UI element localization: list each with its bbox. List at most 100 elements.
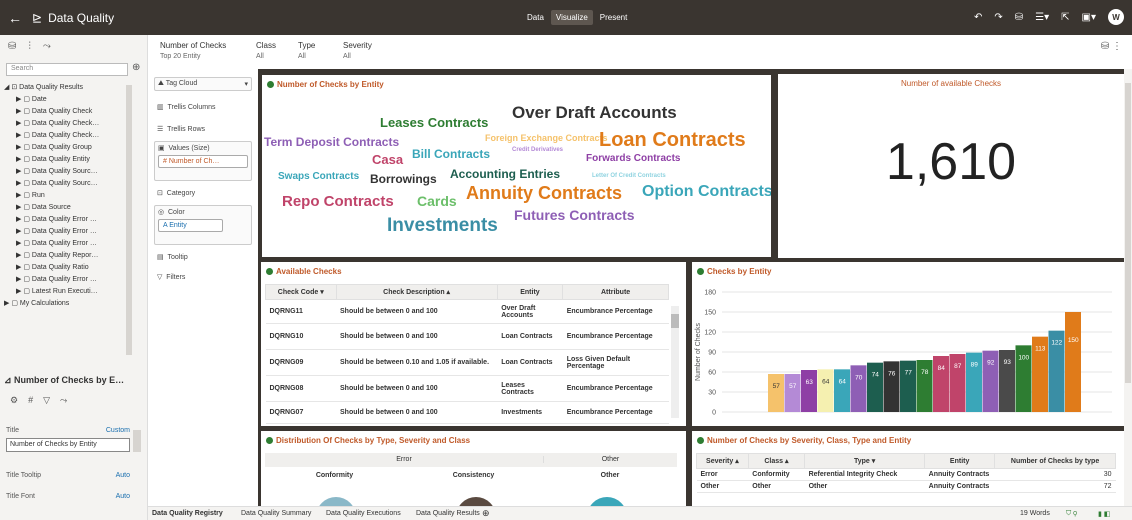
canvas-tab-registry[interactable]: Data Quality Registry <box>152 510 223 517</box>
values-chip[interactable]: # Number of Ch… <box>158 155 248 168</box>
tag-cloud-word[interactable]: Annuity Contracts <box>466 183 622 204</box>
table-row[interactable]: DQRNG07 Should be between 0 and 100 Invest… <box>265 401 669 424</box>
trellis-rows[interactable]: ☰ Trellis Rows <box>154 123 252 135</box>
tree-scrollbar[interactable] <box>126 85 132 355</box>
table-row[interactable]: Error Conformity Referential Integrity Che… <box>696 468 1116 481</box>
col-header[interactable]: Entity <box>924 453 996 469</box>
tree-root[interactable]: ◢ ⊡ Data Quality Results <box>4 82 124 94</box>
tag-cloud-word[interactable]: Credit Derivatives <box>512 147 563 153</box>
tree-item[interactable]: ▶ ▢ Run <box>4 190 124 202</box>
hash-icon[interactable]: # <box>28 395 33 406</box>
severity-tile[interactable]: Number of Checks by Severity, Class, Typ… <box>692 431 1124 506</box>
tree-item[interactable]: ▶ ▢ Data Quality Error … <box>4 238 124 250</box>
col-header[interactable]: Attribute <box>562 284 669 300</box>
bar[interactable] <box>801 370 817 412</box>
settings-icon[interactable]: ⚙ <box>10 395 18 406</box>
tag-cloud-word[interactable]: Over Draft Accounts <box>512 103 677 123</box>
bar[interactable] <box>867 362 883 412</box>
tag-cloud-word[interactable]: Loan Contracts <box>599 129 746 152</box>
tree-item[interactable]: ▶ ▢ Data Quality Group <box>4 142 124 154</box>
table-row[interactable]: Other Other Other Annuity Contracts 72 <box>696 480 1116 493</box>
filter-icon[interactable]: ⛉ ⚲ <box>1066 510 1077 518</box>
mode-visualize[interactable]: Visualize <box>550 10 593 25</box>
tree-item[interactable]: ▶ ▢ Data Quality Sourc… <box>4 178 124 190</box>
tree-item[interactable]: ▶ ▢ Data Quality Ratio <box>4 262 124 274</box>
back-arrow-icon[interactable]: ← <box>4 10 26 26</box>
filter-options-icon[interactable]: ⛁ ⋮ <box>1101 41 1122 52</box>
col-header[interactable]: Check Code ▾ <box>265 284 337 300</box>
tag-cloud-tile[interactable]: Number of Checks by Entity Over Draft Ac… <box>261 74 772 258</box>
tree-item[interactable]: ▶ ▢ Latest Run Executi… <box>4 286 124 298</box>
table-row[interactable]: DQRNG08 Should be between 0 and 100 Leases… <box>265 375 669 402</box>
mode-present[interactable]: Present <box>595 10 633 25</box>
donut-chart[interactable] <box>587 497 627 506</box>
scroll-thumb[interactable] <box>1125 83 1131 383</box>
filter-class[interactable]: Class All <box>256 41 276 60</box>
tree-item[interactable]: ▶ ▢ Data Quality Repor… <box>4 250 124 262</box>
tag-cloud-word[interactable]: Casa <box>372 152 403 167</box>
table-row[interactable]: DQRNG09 Should be between 0.10 and 1.05 i… <box>265 349 669 376</box>
bar[interactable] <box>850 365 867 412</box>
tree-item[interactable]: ▶ ▢ Data Quality Sourc… <box>4 166 124 178</box>
font-prop-value[interactable]: Auto <box>116 493 130 500</box>
canvas-tab-summary[interactable]: Data Quality Summary <box>241 510 311 517</box>
bar[interactable] <box>916 360 933 412</box>
checks-tile[interactable]: Available Checks Check Code ▾ Check Desc… <box>261 262 686 426</box>
table-row[interactable]: DQRNG11 Should be between 0 and 100 Over D… <box>265 299 669 324</box>
col-header[interactable]: Type ▾ <box>804 453 926 469</box>
redo-icon[interactable]: ↷ <box>994 12 1002 23</box>
data-tab-icon[interactable]: ⛁ <box>8 41 16 52</box>
kpi-tile[interactable]: Number of available Checks 1,610 <box>778 74 1124 258</box>
filters-drop[interactable]: ▽ Filters <box>154 271 252 283</box>
tag-cloud-word[interactable]: Accounting Entries <box>450 167 560 181</box>
avatar[interactable]: W <box>1108 9 1124 25</box>
col-header[interactable]: Class ▴ <box>747 453 806 469</box>
distribution-tile[interactable]: Distribution Of Checks by Type, Severity… <box>261 431 686 506</box>
tree-item[interactable]: ▶ ▢ Data Quality Check… <box>4 130 124 142</box>
tree-item[interactable]: ▶ ▢ Data Source <box>4 202 124 214</box>
tag-cloud-word[interactable]: Investments <box>387 215 498 237</box>
tag-cloud-word[interactable]: Forwards Contracts <box>586 153 680 164</box>
save-icon[interactable]: ▣▾ <box>1082 12 1096 23</box>
bar[interactable] <box>900 360 916 412</box>
bar-chart-tile[interactable]: Checks by Entity 0 30 60 90 120 150 180 Number … <box>692 262 1124 426</box>
tree-item[interactable]: ▶ ▢ Data Quality Entity <box>4 154 124 166</box>
filter-icon[interactable]: ▽ <box>43 395 50 406</box>
tooltip-prop-value[interactable]: Auto <box>116 472 130 479</box>
tree-item[interactable]: ▶ ▢ Data Quality Check… <box>4 118 124 130</box>
menu-icon[interactable]: ☰▾ <box>1035 12 1049 23</box>
tree-item-calculations[interactable]: ▶ ▢ My Calculations <box>4 298 124 310</box>
undo-icon[interactable]: ↶ <box>974 12 982 23</box>
dataset-icon[interactable]: ⛁ <box>1015 12 1023 23</box>
tree-item[interactable]: ▶ ▢ Data Quality Error … <box>4 226 124 238</box>
tree-item[interactable]: ▶ ▢ Data Quality Error … <box>4 274 124 286</box>
tag-cloud-word[interactable]: Borrowings <box>370 172 437 186</box>
add-icon[interactable]: ⊕ <box>132 62 140 73</box>
analytics-tab-icon[interactable]: ⤳ <box>43 41 51 52</box>
trellis-columns[interactable]: ▥ Trellis Columns <box>154 101 252 113</box>
table-row[interactable]: DQRNG10 Should be between 0 and 100 Loan C… <box>265 323 669 350</box>
canvas-scrollbar[interactable] <box>1124 69 1132 506</box>
bar[interactable] <box>834 369 850 412</box>
add-canvas-icon[interactable]: ⊕ <box>482 508 490 519</box>
layout-icon[interactable]: ▮ ◧ <box>1098 510 1110 518</box>
bar[interactable] <box>768 374 784 412</box>
search-input[interactable]: Search <box>6 63 128 76</box>
tree-item[interactable]: ▶ ▢ Data Quality Error … <box>4 214 124 226</box>
filter-type[interactable]: Type All <box>298 41 315 60</box>
tag-cloud-word[interactable]: Cards <box>417 193 457 209</box>
col-header[interactable]: Entity <box>496 284 564 300</box>
title-prop-value[interactable]: Custom <box>106 427 130 434</box>
tag-cloud-word[interactable]: Foreign Exchange Contracts <box>485 133 608 143</box>
scroll-thumb[interactable] <box>671 314 679 328</box>
mode-data[interactable]: Data <box>522 10 549 25</box>
bar[interactable] <box>1065 312 1081 412</box>
tag-cloud-word[interactable]: Swaps Contracts <box>278 171 359 182</box>
tag-cloud-word[interactable]: Futures Contracts <box>514 207 635 223</box>
canvas-tab-executions[interactable]: Data Quality Executions <box>326 510 401 517</box>
bar[interactable] <box>883 361 900 412</box>
tag-cloud-word[interactable]: Option Contracts <box>642 183 771 201</box>
color-drop[interactable]: ◎ Color A Entity <box>154 205 252 245</box>
col-header[interactable]: Severity ▴ <box>696 453 749 469</box>
filter-number-of-checks[interactable]: Number of Checks Top 20 Entity <box>160 41 226 60</box>
